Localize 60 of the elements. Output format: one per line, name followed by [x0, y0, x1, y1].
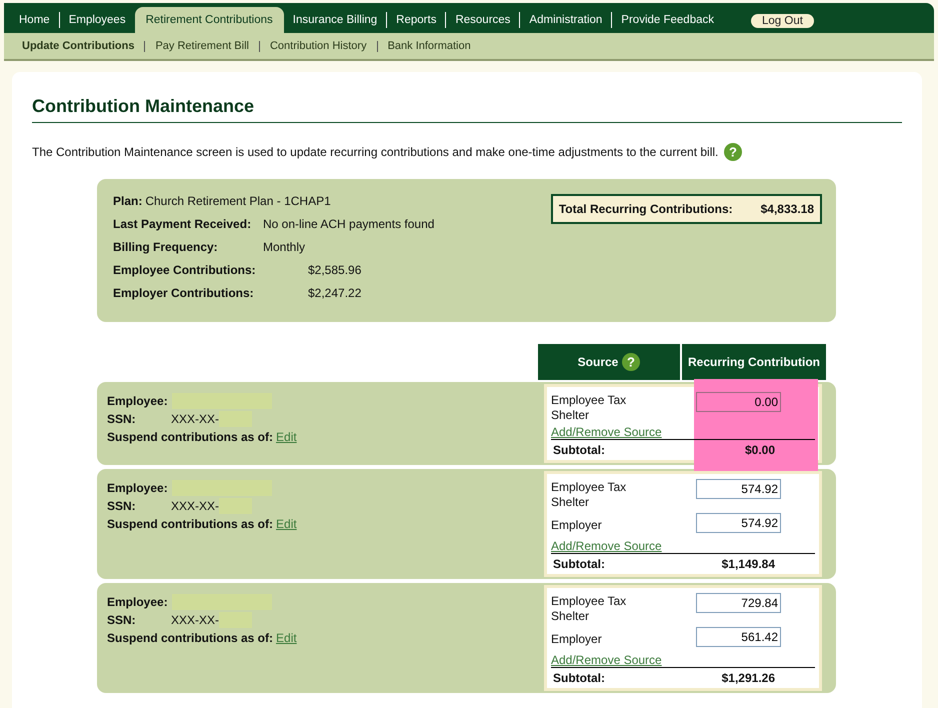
nav-tab[interactable]: Employees — [60, 7, 135, 33]
description-text: The Contribution Maintenance screen is used to update recurring contributions and make one-time adjustments to the current bill. — [32, 145, 718, 159]
source-name: Employee Tax Shelter — [551, 392, 628, 423]
summary-label: Last Payment Received: — [113, 217, 252, 233]
column-title: Source — [578, 355, 618, 369]
total-label: Total Recurring Contributions: — [558, 202, 733, 216]
amount-field[interactable]: 561.42 — [696, 627, 781, 647]
summary-label: Billing Frequency: — [113, 240, 219, 256]
nav-tab[interactable]: Insurance Billing — [284, 7, 386, 33]
employee-label: Employee: — [107, 481, 168, 495]
nav-tab[interactable]: Administration — [520, 7, 612, 33]
add-remove-source-link[interactable]: Add/Remove Source — [551, 539, 662, 553]
column-header: Recurring Contribution — [682, 344, 826, 380]
employee-label: Employee: — [107, 394, 168, 408]
ssn-value: XXX-XX- — [171, 412, 220, 426]
subnav-link[interactable]: Contribution History — [270, 40, 367, 52]
amount-field[interactable]: 574.92 — [696, 513, 781, 533]
suspend-label: Suspend contributions as of: — [107, 631, 274, 645]
plan-value: Church Retirement Plan - 1CHAP1 — [145, 194, 331, 210]
subnav-link[interactable]: Update Contributions — [22, 40, 134, 52]
subtotal-value: $1,291.26 — [722, 671, 775, 685]
subtotal-label: Subtotal: — [553, 671, 605, 685]
subnav-link[interactable]: Bank Information — [388, 40, 471, 52]
ssn-label: SSN: — [107, 499, 137, 513]
ssn-value: XXX-XX- — [171, 499, 220, 513]
subtotal-value: $1,149.84 — [722, 557, 775, 571]
subtotal-value: $0.00 — [744, 443, 775, 457]
amount-field[interactable]: 729.84 — [696, 593, 781, 613]
ssn-value: XXX-XX- — [171, 613, 220, 627]
source-name: Employer — [551, 518, 603, 533]
subtotal-label: Subtotal: — [553, 557, 605, 571]
logout-button[interactable]: Log Out — [751, 14, 814, 28]
source-name: Employer — [551, 632, 603, 647]
source-name: Employee Tax Shelter — [551, 479, 628, 510]
amount-field[interactable]: 0.00 — [696, 392, 781, 412]
subtotal-label: Subtotal: — [553, 443, 605, 457]
summary-label: Employer Contributions: — [113, 286, 255, 302]
summary-value: Monthly — [263, 240, 306, 256]
subnav-link[interactable]: Pay Retirement Bill — [155, 40, 249, 52]
summary-value: $2,247.22 — [307, 286, 362, 302]
ssn-label: SSN: — [107, 613, 137, 627]
nav-tab[interactable]: Retirement Contributions — [134, 7, 284, 33]
nav-tab[interactable]: Provide Feedback — [612, 7, 723, 33]
amount-field[interactable]: 574.92 — [696, 479, 781, 499]
suspend-label: Suspend contributions as of: — [107, 430, 274, 444]
add-remove-source-link[interactable]: Add/Remove Source — [551, 425, 662, 439]
summary-value: $2,585.96 — [307, 263, 362, 279]
nav-tab[interactable]: Reports — [387, 7, 446, 33]
employee-label: Employee: — [107, 595, 168, 609]
nav-tab[interactable]: Resources — [446, 7, 520, 33]
page-title: Contribution Maintenance — [32, 96, 902, 123]
plan-label: Plan: — [113, 194, 142, 210]
add-remove-source-link[interactable]: Add/Remove Source — [551, 653, 662, 667]
ssn-label: SSN: — [107, 412, 137, 426]
total-value: $4,833.18 — [760, 202, 814, 216]
nav-tab[interactable]: Home — [10, 7, 59, 33]
summary-label: Employee Contributions: — [113, 263, 257, 279]
suspend-label: Suspend contributions as of: — [107, 517, 274, 531]
summary-value: No on-line ACH payments found — [263, 217, 434, 233]
source-name: Employee Tax Shelter — [551, 593, 628, 624]
